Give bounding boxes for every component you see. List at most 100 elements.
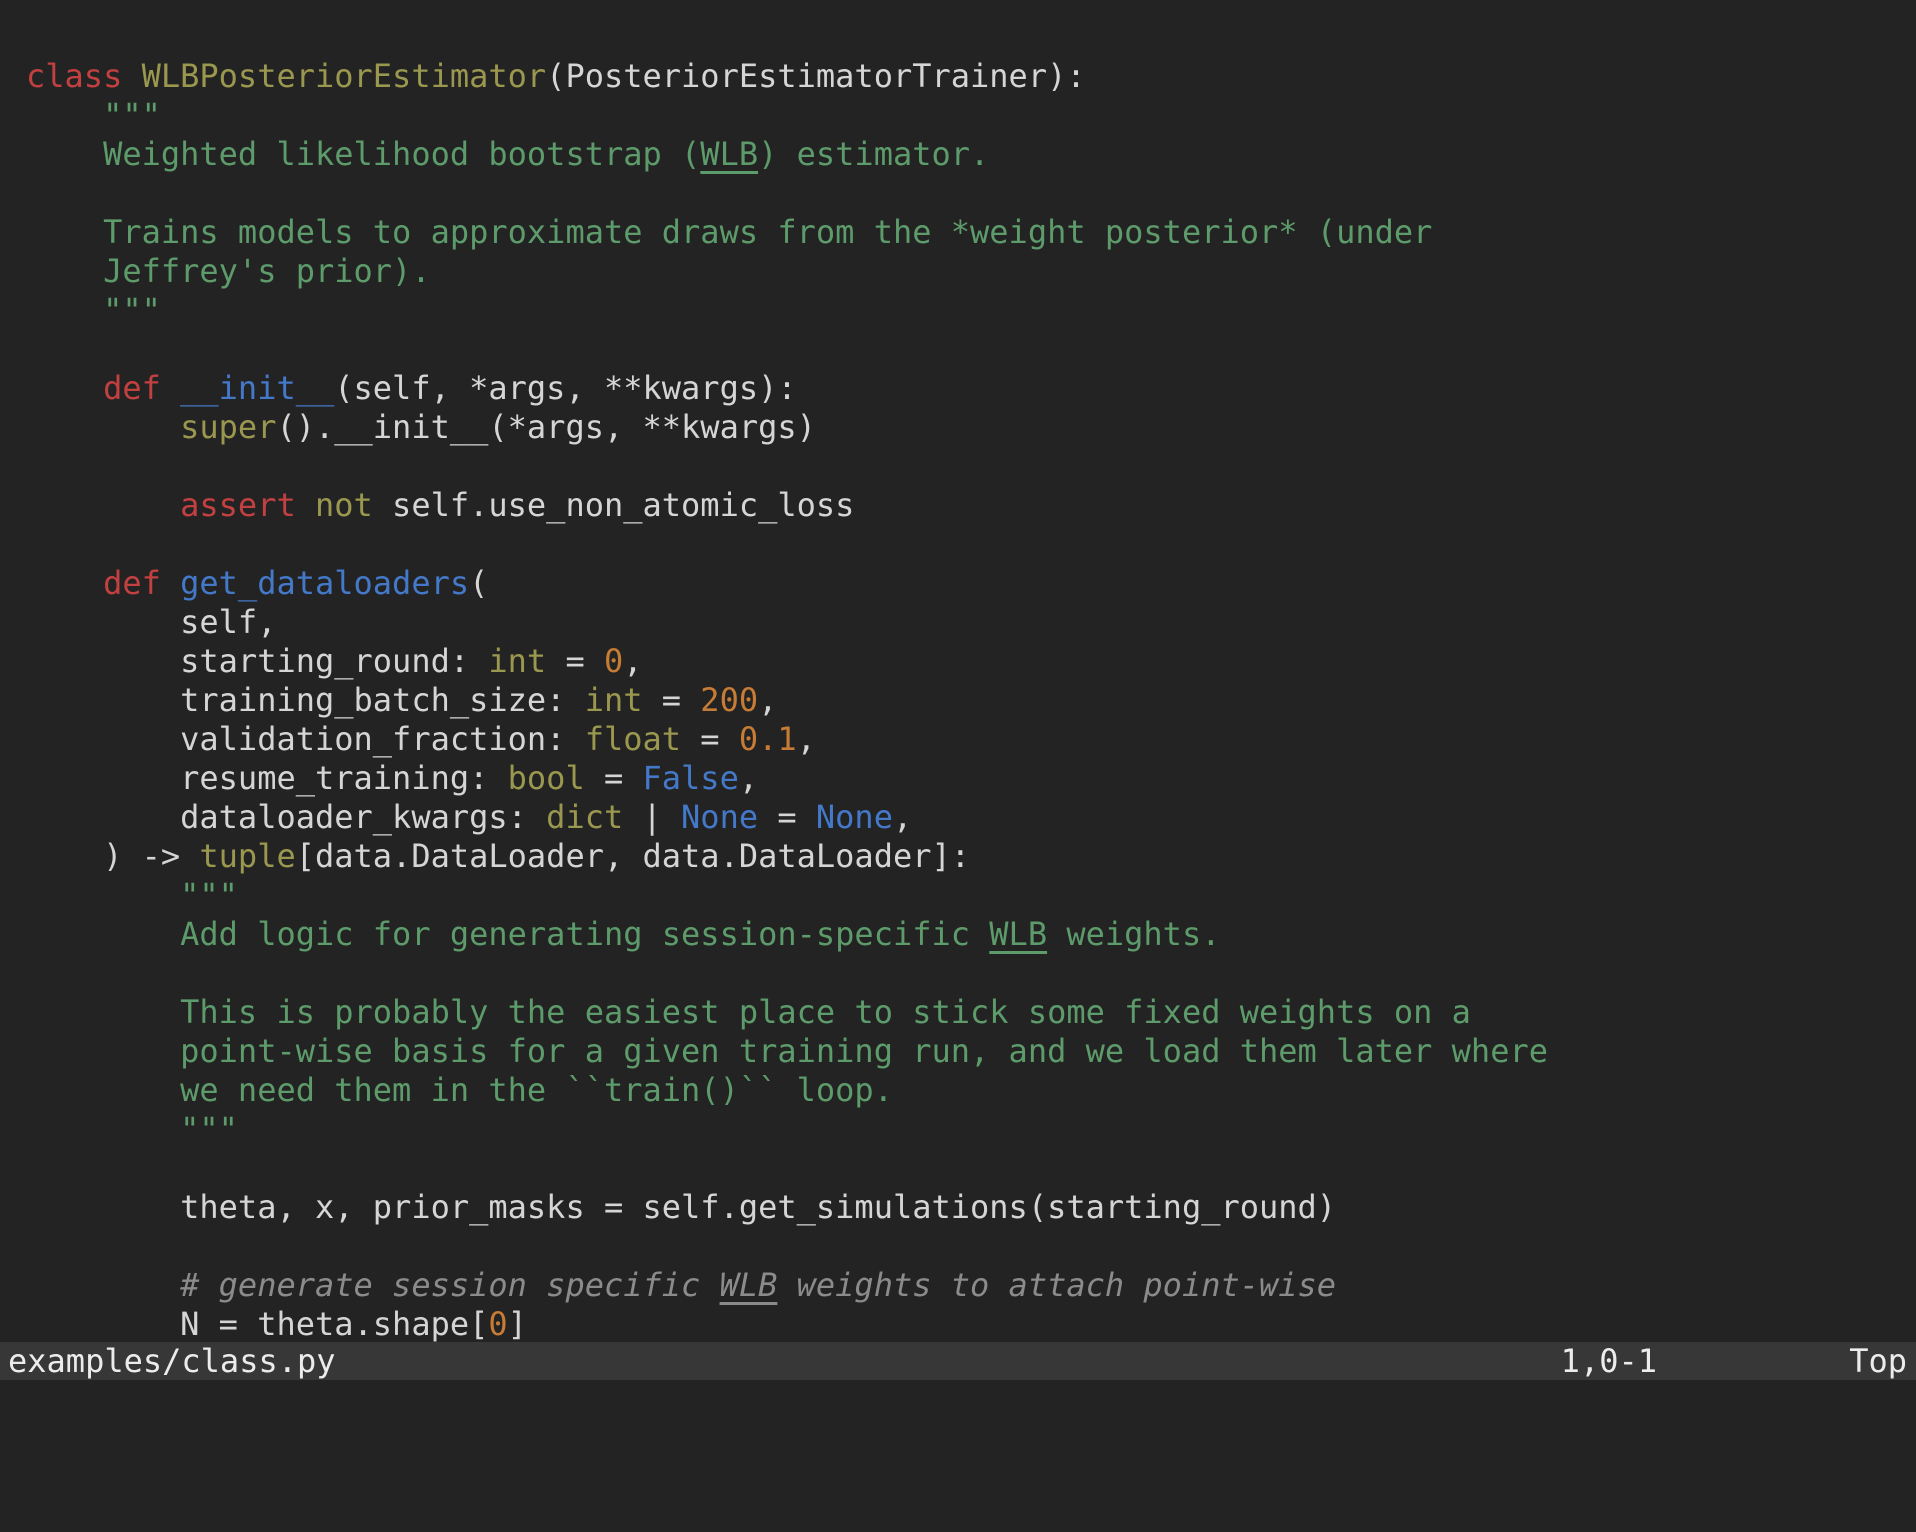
code-token: Add logic for generating session-specifi… <box>26 915 989 953</box>
code-line: """ <box>26 96 1548 135</box>
code-token: """ <box>26 876 238 914</box>
code-line: # generate session specific WLB weights … <box>26 1266 1548 1305</box>
code-token: self.use_non_atomic_loss <box>373 486 855 524</box>
command-line <box>0 1380 1916 1436</box>
code-token: Jeffrey's prior). <box>26 252 431 290</box>
code-line: This is probably the easiest place to st… <box>26 993 1548 1032</box>
code-line: Trains models to approximate draws from … <box>26 213 1548 252</box>
code-token: = <box>585 759 643 797</box>
code-token <box>122 57 141 95</box>
code-line <box>26 447 1548 486</box>
code-token: WLBPosteriorEstimator <box>142 57 547 95</box>
code-token: This is probably the easiest place to st… <box>26 993 1471 1031</box>
code-line <box>26 954 1548 993</box>
code-token: (PosteriorEstimatorTrainer): <box>546 57 1085 95</box>
code-line: dataloader_kwargs: dict | None = None, <box>26 798 1548 837</box>
status-cursor-position: 1,0-1 <box>1561 1342 1657 1380</box>
code-token: def <box>26 564 161 602</box>
code-token <box>296 486 315 524</box>
code-token: , <box>893 798 912 836</box>
code-token <box>161 369 180 407</box>
code-token: tuple <box>199 837 295 875</box>
code-line: class WLBPosteriorEstimator(PosteriorEst… <box>26 57 1548 96</box>
status-bar: examples/class.py 1,0-1 Top <box>0 1342 1916 1380</box>
code-token: validation_fraction: <box>26 720 585 758</box>
code-line: def get_dataloaders( <box>26 564 1548 603</box>
code-token: , <box>797 720 816 758</box>
code-line <box>26 174 1548 213</box>
vim-editor: class WLBPosteriorEstimator(PosteriorEst… <box>0 0 1916 1436</box>
code-token: , <box>758 681 777 719</box>
code-line: Jeffrey's prior). <box>26 252 1548 291</box>
code-token: Trains models to approximate draws from … <box>26 213 1432 251</box>
code-token: bool <box>508 759 585 797</box>
code-area[interactable]: class WLBPosteriorEstimator(PosteriorEst… <box>26 57 1548 1344</box>
code-token: super <box>26 408 276 446</box>
code-line: """ <box>26 291 1548 330</box>
code-line: resume_training: bool = False, <box>26 759 1548 798</box>
code-token: WLB <box>720 1266 778 1304</box>
code-token: = <box>546 642 604 680</box>
code-token: = <box>681 720 739 758</box>
code-line: ) -> tuple[data.DataLoader, data.DataLoa… <box>26 837 1548 876</box>
code-token: float <box>585 720 681 758</box>
code-line: validation_fraction: float = 0.1, <box>26 720 1548 759</box>
code-token: None <box>681 798 758 836</box>
code-token: weights to attach point-wise <box>777 1266 1336 1304</box>
code-line <box>26 1227 1548 1266</box>
code-token: | <box>623 798 681 836</box>
code-token: def <box>26 369 161 407</box>
code-token: = <box>758 798 816 836</box>
code-token: class <box>26 57 122 95</box>
status-filename: examples/class.py <box>8 1342 336 1380</box>
code-line: def __init__(self, *args, **kwargs): <box>26 369 1548 408</box>
code-token: , <box>739 759 758 797</box>
code-token: False <box>643 759 739 797</box>
code-token: """ <box>26 96 161 134</box>
code-line: self, <box>26 603 1548 642</box>
code-line: point-wise basis for a given training ru… <box>26 1032 1548 1071</box>
code-token <box>161 564 180 602</box>
code-token: resume_training: <box>26 759 508 797</box>
code-token: """ <box>26 291 161 329</box>
code-token: theta, x, prior_masks = self.get_simulat… <box>26 1188 1336 1226</box>
code-token: int <box>585 681 643 719</box>
code-line: Add logic for generating session-specifi… <box>26 915 1548 954</box>
code-token: ) estimator. <box>758 135 989 173</box>
code-token: ( <box>469 564 488 602</box>
code-token: # generate session specific <box>26 1266 720 1304</box>
code-line <box>26 330 1548 369</box>
code-line: N = theta.shape[0] <box>26 1305 1548 1344</box>
code-line: we need them in the ``train()`` loop. <box>26 1071 1548 1110</box>
code-line: theta, x, prior_masks = self.get_simulat… <box>26 1188 1548 1227</box>
code-line: Weighted likelihood bootstrap (WLB) esti… <box>26 135 1548 174</box>
code-line: super().__init__(*args, **kwargs) <box>26 408 1548 447</box>
code-token: point-wise basis for a given training ru… <box>26 1032 1548 1070</box>
code-token: we need them in the ``train()`` loop. <box>26 1071 893 1109</box>
code-token: training_batch_size: <box>26 681 585 719</box>
code-token: ) -> <box>26 837 199 875</box>
code-token: dataloader_kwargs: <box>26 798 546 836</box>
code-line: training_batch_size: int = 200, <box>26 681 1548 720</box>
code-token: get_dataloaders <box>180 564 469 602</box>
code-token: , <box>623 642 642 680</box>
code-token: assert <box>26 486 296 524</box>
code-token: [data.DataLoader, data.DataLoader]: <box>296 837 970 875</box>
status-scroll-indicator: Top <box>1849 1342 1907 1380</box>
code-token: self, <box>26 603 276 641</box>
code-line <box>26 1149 1548 1188</box>
code-token: WLB <box>989 915 1047 953</box>
code-token: = <box>643 681 701 719</box>
code-token: N = theta.shape[ <box>26 1305 488 1343</box>
code-line: starting_round: int = 0, <box>26 642 1548 681</box>
code-token: dict <box>546 798 623 836</box>
code-token: ] <box>508 1305 527 1343</box>
code-token: 0 <box>488 1305 507 1343</box>
code-token: 0 <box>604 642 623 680</box>
code-line: assert not self.use_non_atomic_loss <box>26 486 1548 525</box>
code-token: None <box>816 798 893 836</box>
code-token: starting_round: <box>26 642 488 680</box>
code-token: WLB <box>700 135 758 173</box>
code-token: Weighted likelihood bootstrap ( <box>26 135 700 173</box>
code-token: int <box>488 642 546 680</box>
